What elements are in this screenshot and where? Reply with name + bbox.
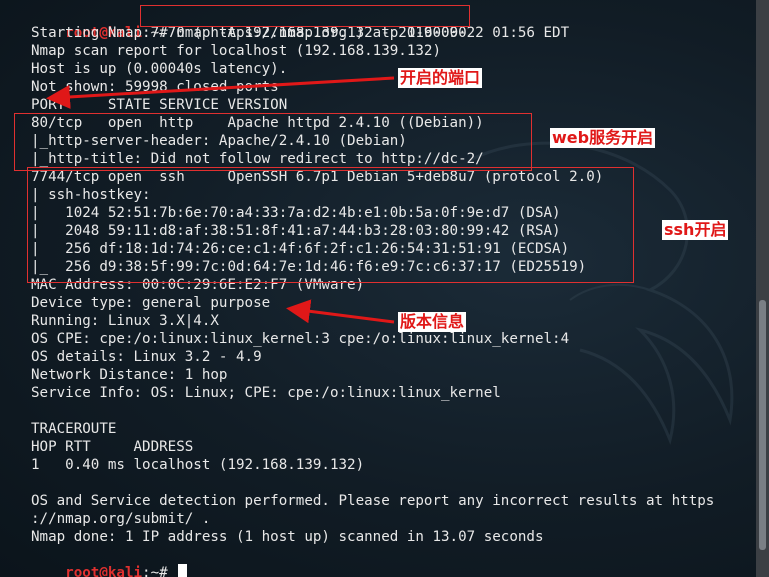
annotation-arrows [46, 76, 395, 324]
arrow-to-device-type [286, 299, 395, 324]
vertical-scrollbar[interactable] [756, 0, 769, 577]
terminal-window[interactable]: root@kali:~# nmap -A 192.168.139.132 -p … [0, 0, 756, 577]
arrow-to-port-header [46, 76, 395, 109]
scrollbar-thumb[interactable] [759, 300, 766, 550]
